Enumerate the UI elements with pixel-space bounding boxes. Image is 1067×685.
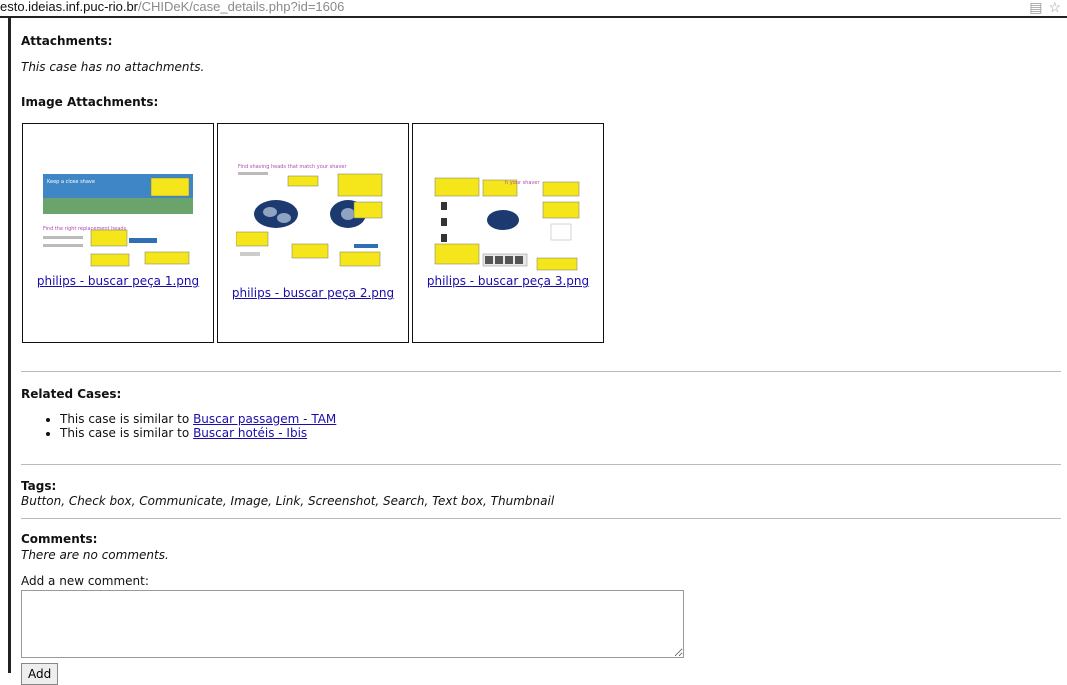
- attachments-empty-text: This case has no attachments.: [21, 60, 205, 74]
- screenshot-thumbnail-image[interactable]: Keep a close shave Find the right replac…: [41, 168, 195, 268]
- frame-border: [8, 16, 11, 673]
- section-divider: [21, 464, 1061, 465]
- section-divider: [21, 371, 1061, 372]
- section-divider: [21, 518, 1061, 519]
- address-bar[interactable]: esto.ideias.inf.puc-rio.br/CHIDeK/case_d…: [0, 0, 1067, 18]
- add-comment-label: Add a new comment:: [21, 574, 149, 588]
- image-attachment-card: Find shaving heads that match your shave…: [217, 123, 409, 343]
- page-icon[interactable]: ▤: [1029, 0, 1042, 15]
- related-cases-list: This case is similar to Buscar passagem …: [46, 412, 336, 440]
- related-case-item: This case is similar to Buscar passagem …: [60, 412, 336, 426]
- image-attachment-link[interactable]: philips - buscar peça 3.png: [413, 274, 603, 288]
- comment-textarea[interactable]: [21, 590, 684, 658]
- image-attachment-card: h your shaver philips - buscar peça 3.pn…: [412, 123, 604, 343]
- svg-text:Keep a close shave: Keep a close shave: [47, 179, 95, 185]
- screenshot-thumbnail-image[interactable]: Find shaving heads that match your shave…: [236, 162, 390, 272]
- tags-heading: Tags:: [21, 479, 57, 493]
- related-case-link[interactable]: Buscar passagem - TAM: [193, 412, 336, 426]
- image-attachments-heading: Image Attachments:: [21, 95, 159, 109]
- related-cases-heading: Related Cases:: [21, 387, 122, 401]
- related-case-item: This case is similar to Buscar hotéis - …: [60, 426, 336, 440]
- url-host: esto.ideias.inf.puc-rio.br: [0, 0, 139, 14]
- comments-empty-text: There are no comments.: [21, 548, 169, 562]
- url-path: /CHIDeK/case_details.php?id=1606: [138, 0, 345, 14]
- bookmark-star-icon[interactable]: ☆: [1048, 0, 1061, 15]
- svg-text:h your shaver: h your shaver: [505, 180, 540, 186]
- image-attachment-link[interactable]: philips - buscar peça 1.png: [23, 274, 213, 288]
- tags-list: Button, Check box, Communicate, Image, L…: [21, 494, 555, 508]
- add-comment-button[interactable]: Add: [21, 663, 59, 685]
- image-attachment-link[interactable]: philips - buscar peça 2.png: [218, 286, 408, 300]
- attachments-heading: Attachments:: [21, 34, 113, 48]
- image-attachment-card: Keep a close shave Find the right replac…: [22, 123, 214, 343]
- related-case-link[interactable]: Buscar hotéis - Ibis: [193, 426, 307, 440]
- svg-text:Find shaving heads that match: Find shaving heads that match your shave…: [238, 164, 347, 170]
- screenshot-thumbnail-image[interactable]: h your shaver: [431, 174, 585, 274]
- comments-heading: Comments:: [21, 532, 98, 546]
